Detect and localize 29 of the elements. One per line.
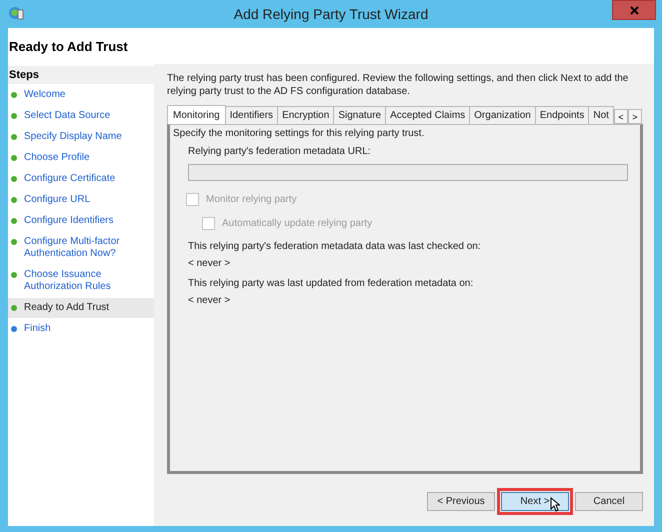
checkbox-label: Automatically update relying party [222, 218, 372, 229]
step-item[interactable]: Configure Certificate [8, 169, 154, 189]
tab[interactable]: Not [588, 106, 614, 124]
page-title: Ready to Add Trust [9, 38, 128, 54]
tab-scroll-button[interactable]: < [614, 109, 628, 124]
field-label: This relying party's federation metadata data was last checked on: [188, 241, 482, 252]
description-text: Specify the monitoring settings for this relying party trust. [173, 128, 426, 139]
step-item[interactable]: Ready to Add Trust [8, 298, 154, 318]
field-label: Relying party's federation metadata URL: [188, 146, 372, 157]
wizard-button[interactable]: < Previous [427, 492, 495, 511]
field-value: < never > [188, 258, 232, 269]
step-item[interactable]: Finish [8, 319, 154, 339]
step-item[interactable]: Configure Identifiers [8, 211, 154, 231]
step-item[interactable]: Choose Profile [8, 148, 154, 168]
tab[interactable]: Monitoring [167, 105, 226, 124]
window-title: Add Relying Party Trust Wizard [232, 6, 430, 22]
wizard-button[interactable]: Cancel [575, 492, 643, 511]
checkbox-label: Monitor relying party [206, 194, 297, 205]
field-label: This relying party was last updated from federation metadata on: [188, 278, 474, 289]
step-item[interactable]: Choose Issuance Authorization Rules [8, 265, 154, 297]
step-item[interactable]: Specify Display Name [8, 127, 154, 147]
step-item[interactable]: Welcome [8, 85, 154, 105]
step-item[interactable]: Configure Multi-factor Authentication Now? [8, 232, 154, 264]
step-item[interactable]: Configure URL [8, 190, 154, 210]
field-value: < never > [188, 295, 232, 306]
steps-heading: Steps [9, 69, 39, 81]
step-item[interactable]: Select Data Source [8, 106, 154, 126]
tab-scroll-button[interactable]: > [628, 109, 642, 124]
intro-text: The relying party trust has been configured. Review the following settings, and then click Next to add the relying party trust to the AD FS configuration database. [167, 72, 630, 98]
